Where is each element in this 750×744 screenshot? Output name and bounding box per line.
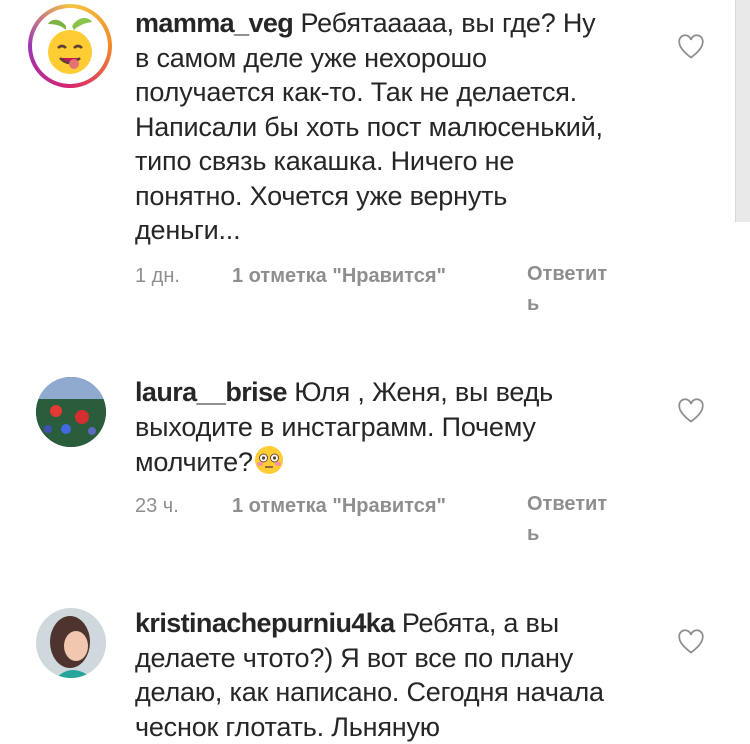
comment-username[interactable]: kristinachepurniu4ka — [135, 608, 395, 638]
scrollbar[interactable] — [735, 0, 750, 222]
like-heart-icon[interactable] — [677, 34, 705, 60]
comment-time[interactable]: 23 ч. — [135, 495, 179, 518]
comment-likes[interactable]: 1 отметка "Нравится" — [232, 495, 446, 518]
comment-username[interactable]: laura__brise — [135, 377, 288, 407]
flushed-face-emoji-icon — [254, 446, 283, 474]
comment-text-block: kristinachepurniu4ka Ребята, а вы делает… — [135, 606, 605, 744]
woman-photo-avatar-icon — [36, 608, 106, 678]
smiley-face-avatar-icon — [36, 12, 104, 80]
like-heart-icon[interactable] — [677, 629, 705, 655]
comment-username[interactable]: mamma_veg — [135, 8, 294, 38]
reply-button[interactable]: Ответить — [527, 259, 617, 319]
avatar[interactable] — [36, 377, 106, 447]
comment-likes[interactable]: 1 отметка "Нравится" — [232, 265, 446, 288]
comment-body: Ребятааааа, вы где? Ну в самом деле уже … — [135, 8, 603, 245]
comment-text-block: mamma_veg Ребятааааа, вы где? Ну в самом… — [135, 6, 605, 248]
comment-text-block: laura__brise Юля , Женя, вы ведь выходит… — [135, 375, 605, 480]
like-heart-icon[interactable] — [677, 398, 705, 424]
avatar[interactable] — [28, 4, 112, 88]
poppy-field-avatar-icon — [36, 377, 106, 447]
avatar[interactable] — [36, 608, 106, 678]
comment-time[interactable]: 1 дн. — [135, 265, 180, 288]
reply-button[interactable]: Ответить — [527, 489, 617, 549]
